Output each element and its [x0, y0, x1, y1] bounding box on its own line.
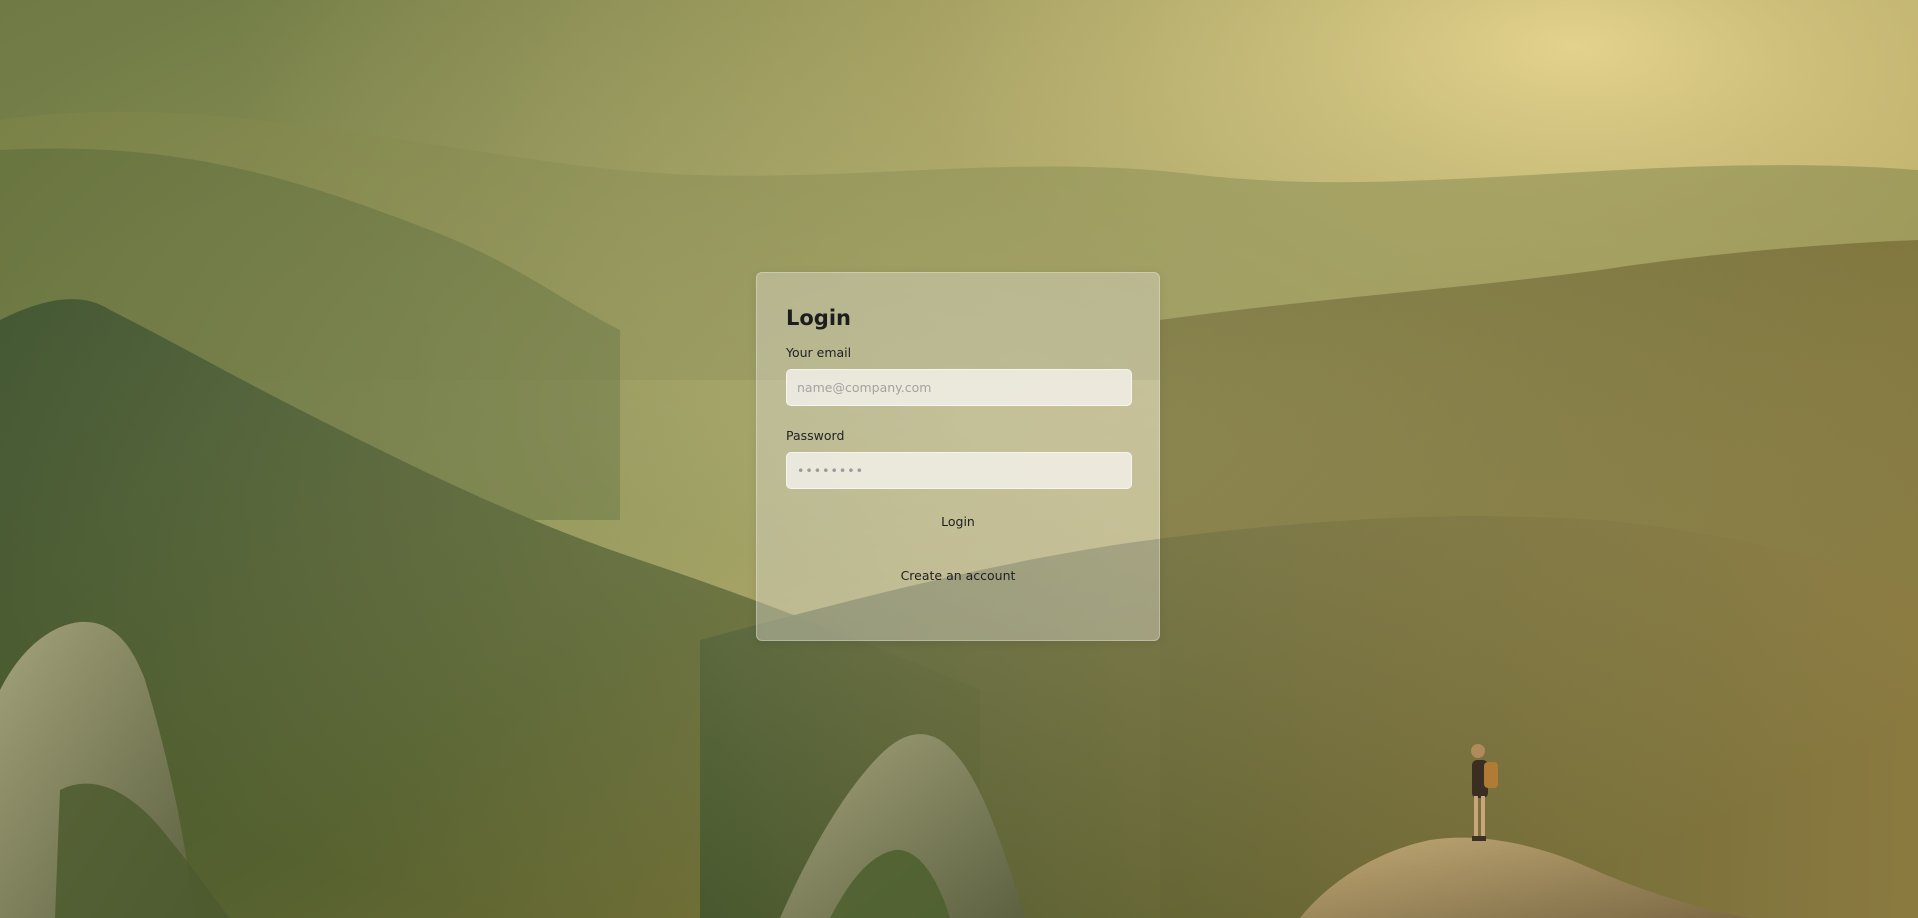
email-field[interactable]: [786, 369, 1132, 406]
login-title: Login: [786, 306, 851, 330]
login-button[interactable]: Login: [923, 507, 993, 536]
create-account-link[interactable]: Create an account: [895, 564, 1022, 587]
password-field[interactable]: [786, 452, 1132, 489]
login-card: Login Your email Password Login Create a…: [756, 272, 1160, 641]
email-label: Your email: [786, 345, 852, 360]
login-page: Login Your email Password Login Create a…: [0, 0, 1918, 918]
password-label: Password: [786, 428, 845, 443]
